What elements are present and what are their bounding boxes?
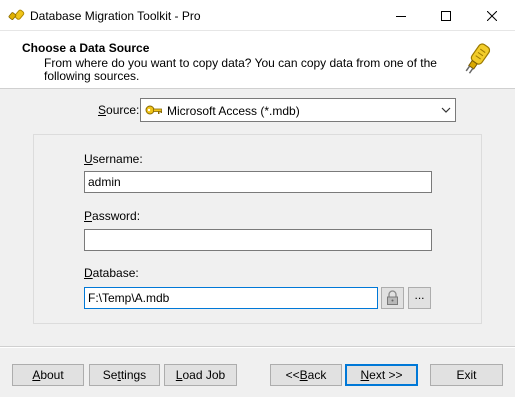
close-button[interactable]: [469, 0, 515, 31]
source-dropdown[interactable]: Microsoft Access (*.mdb): [140, 98, 456, 122]
database-lock-button[interactable]: [381, 287, 404, 309]
database-input[interactable]: [84, 287, 378, 309]
password-input[interactable]: [84, 229, 432, 251]
wizard-header: Choose a Data Source From where do you w…: [0, 31, 515, 89]
database-label: Database:: [84, 266, 139, 280]
app-plug-icon: [8, 9, 25, 20]
source-selected-value: Microsoft Access (*.mdb): [167, 104, 300, 118]
username-label: Username:: [84, 152, 143, 166]
source-label: Source:: [98, 103, 140, 117]
back-button[interactable]: << Back: [270, 364, 342, 386]
close-icon: [487, 10, 497, 21]
page-title: Choose a Data Source: [22, 41, 150, 55]
maximize-icon: [441, 10, 451, 21]
page-description: From where do you want to copy data? You…: [44, 56, 437, 83]
window-title: Database Migration Toolkit - Pro: [30, 9, 201, 23]
key-icon: [145, 105, 162, 115]
load-job-button[interactable]: Load Job: [164, 364, 237, 386]
about-button[interactable]: About: [12, 364, 84, 386]
minimize-icon: [396, 15, 406, 17]
minimize-button[interactable]: [378, 0, 424, 31]
next-button[interactable]: Next >>: [345, 364, 418, 386]
browse-button[interactable]: ...: [408, 287, 431, 309]
chevron-down-icon: [441, 107, 451, 113]
title-bar: Database Migration Toolkit - Pro: [0, 0, 515, 31]
plug-icon: [465, 43, 491, 74]
settings-button[interactable]: Se t tings: [89, 364, 160, 386]
lock-icon: [387, 290, 398, 305]
password-label: Password:: [84, 209, 141, 223]
username-input[interactable]: [84, 171, 432, 193]
maximize-button[interactable]: [423, 0, 469, 31]
exit-button[interactable]: Exit: [430, 364, 503, 386]
